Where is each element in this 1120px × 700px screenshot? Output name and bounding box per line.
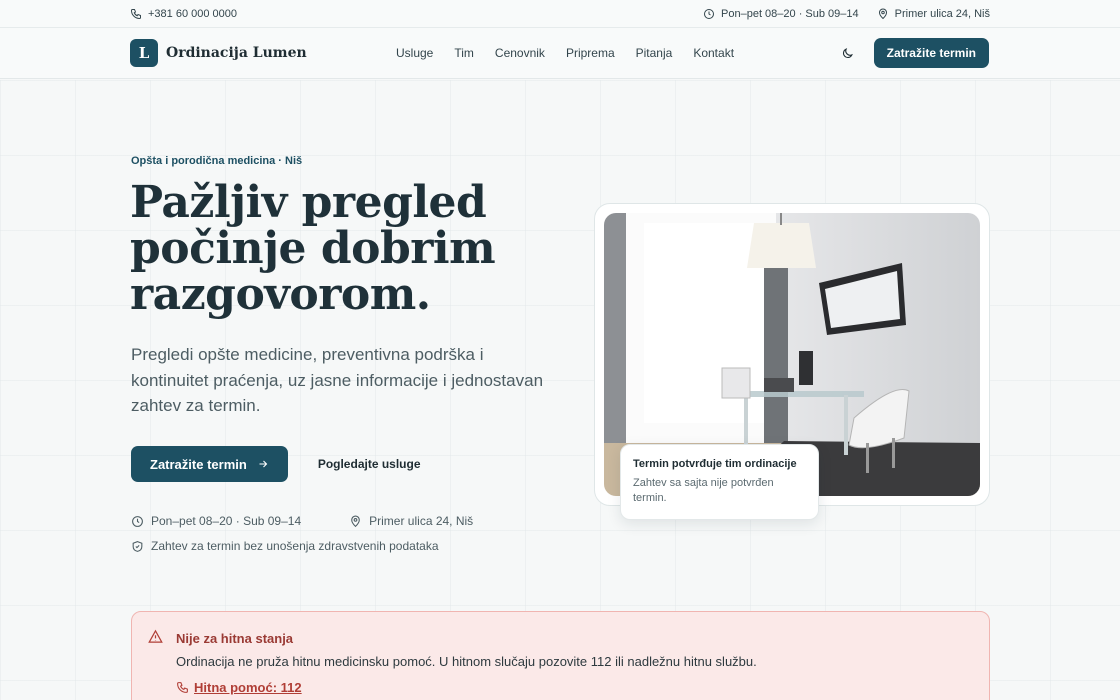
clock-icon [131,515,144,528]
hero-address-text: Primer ulica 24, Niš [369,514,474,528]
hours-text: Pon–pet 08–20 · Sub 09–14 [721,7,859,20]
hero-lead: Pregledi opšte medicine, preventivna pod… [131,345,544,415]
hero-eyebrow: Opšta i porodična medicina · Niš [131,155,303,167]
menu-item-kontakt[interactable]: Kontakt [693,46,734,60]
hours-info: Pon–pet 08–20 · Sub 09–14 [703,8,859,20]
hero-privacy: Zahtev za termin bez unošenja zdravstven… [131,539,439,553]
menu-item-usluge[interactable]: Usluge [396,46,433,60]
hero-privacy-text: Zahtev za termin bez unošenja zdravstven… [151,539,439,553]
appointment-note-card: Termin potvrđuje tim ordinacije Zahtev s… [620,444,819,520]
alert-title: Nije za hitna stanja [176,631,294,646]
main-menu: Usluge Tim Cenovnik Priprema Pitanja Kon… [396,46,755,60]
note-text: Zahtev sa sajta nije potvrđen termin. [633,477,774,504]
warning-icon [148,629,163,644]
hero-hours-text: Pon–pet 08–20 · Sub 09–14 [151,514,302,528]
phone-icon [176,681,189,694]
map-pin-icon [349,515,362,528]
emergency-alert: Nije za hitna stanja Ordinacija ne pruža… [131,611,990,700]
emergency-call-label[interactable]: Hitna pomoć: 112 [194,680,302,695]
emergency-call-link[interactable]: Hitna pomoć: 112 [176,680,302,695]
shield-icon [131,540,144,553]
menu-item-cenovnik[interactable]: Cenovnik [495,46,545,60]
view-services-link[interactable]: Pogledajte usluge [318,457,421,471]
note-title: Termin potvrđuje tim ordinacije [633,458,797,470]
map-pin-icon [877,8,889,20]
main-header: L Ordinacija Lumen Usluge Tim Cenovnik P… [0,28,1120,79]
hero-cta-label: Zatražite termin [150,456,247,472]
phone-number[interactable]: +381 60 000 0000 [148,8,237,20]
hero-hours: Pon–pet 08–20 · Sub 09–14 [131,514,301,528]
menu-item-pitanja[interactable]: Pitanja [636,46,673,60]
hero-request-appointment-button[interactable]: Zatražite termin [131,446,288,482]
brand-name: Ordinacija Lumen [166,45,307,61]
header-request-appointment-button[interactable]: Zatražite termin [873,38,989,68]
address-text: Primer ulica 24, Niš [894,7,990,20]
menu-item-priprema[interactable]: Priprema [566,46,615,60]
hero-address: Primer ulica 24, Niš [349,514,473,528]
brand-logo: L [130,39,158,67]
menu-item-tim[interactable]: Tim [454,46,474,60]
alert-text: Ordinacija ne pruža hitnu medicinsku pom… [176,654,757,669]
phone-icon [130,8,142,20]
address-info: Primer ulica 24, Niš [877,8,990,20]
clock-icon [703,8,715,20]
dark-mode-toggle-icon[interactable] [841,47,854,60]
top-info-bar: +381 60 000 0000 Pon–pet 08–20 · Sub 09–… [0,0,1120,28]
brand-link[interactable]: L Ordinacija Lumen [130,39,307,67]
arrow-right-icon [257,458,269,470]
hero-title: Pažljiv pregled počinje dobrim razgovoro… [130,177,496,320]
phone-info[interactable]: +381 60 000 0000 [130,8,237,20]
